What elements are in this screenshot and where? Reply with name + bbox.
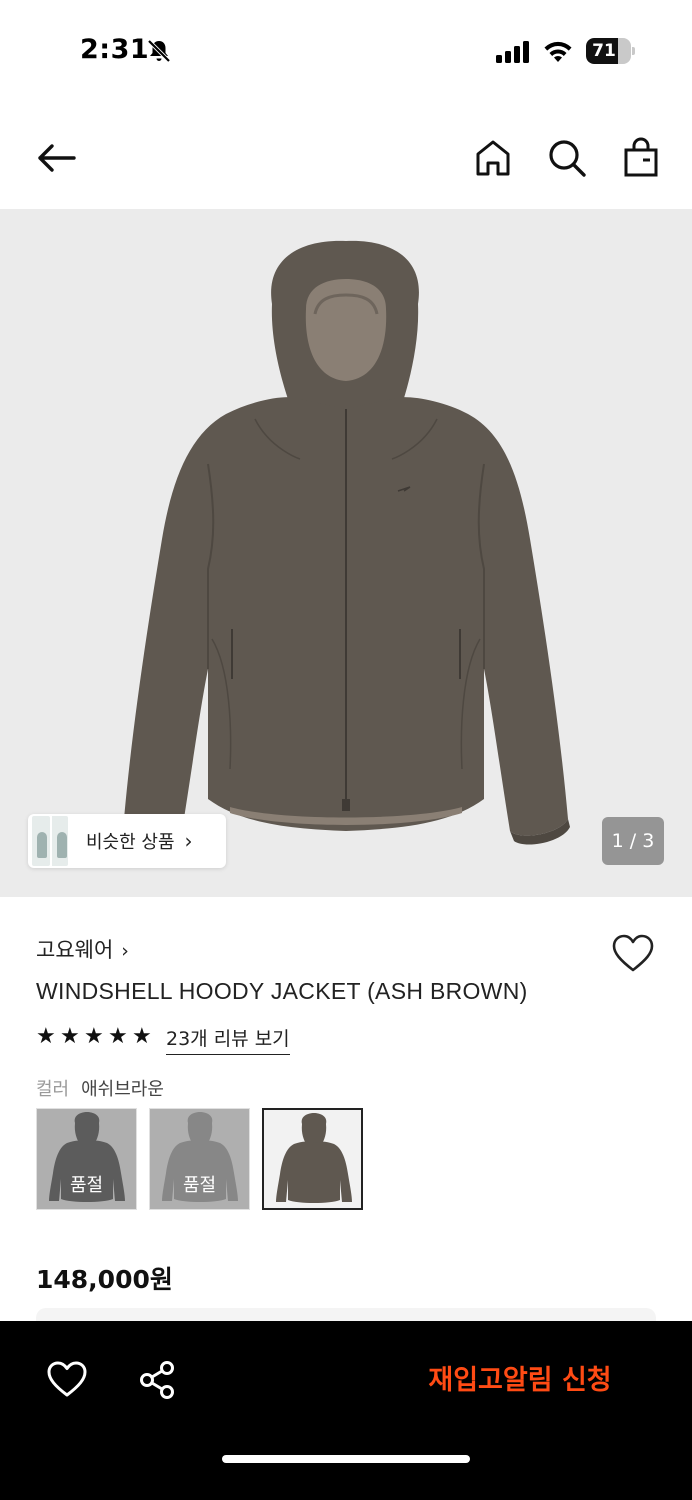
battery-level: 71 <box>592 41 616 61</box>
wifi-icon <box>544 41 572 62</box>
cellular-signal-icon <box>496 41 529 63</box>
color-label: 컬러 <box>36 1079 70 1100</box>
rating-stars: ★ ★ ★ ★ ★ <box>36 1026 154 1048</box>
star-icon: ★ <box>132 1024 152 1049</box>
sold-out-label: 품절 <box>69 1175 104 1196</box>
product-name: WINDSHELL HOODY JACKET (ASH BROWN) <box>36 978 528 1004</box>
star-icon: ★ <box>60 1024 80 1049</box>
status-bar: 2:31 71 <box>0 0 692 100</box>
home-indicator[interactable] <box>222 1455 470 1463</box>
color-swatch[interactable]: 품절 <box>149 1108 250 1210</box>
jacket-product-photo[interactable] <box>0 209 692 897</box>
reviews-link[interactable]: 23개 리뷰 보기 <box>166 1024 290 1055</box>
product-image-carousel[interactable]: 비슷한 상품 › 1 / 3 <box>0 209 692 897</box>
share-icon[interactable] <box>136 1359 178 1401</box>
color-value: 애쉬브라운 <box>81 1079 164 1100</box>
similar-products-button[interactable]: 비슷한 상품 › <box>28 814 226 868</box>
chevron-right-icon: › <box>184 829 193 853</box>
sold-out-label: 품절 <box>182 1175 217 1196</box>
chevron-right-icon: › <box>121 940 129 962</box>
color-swatch[interactable] <box>262 1108 363 1210</box>
top-nav <box>0 110 692 208</box>
color-swatch[interactable]: 품절 <box>36 1108 137 1210</box>
battery-indicator: 71 <box>586 38 636 64</box>
search-icon[interactable] <box>545 136 589 180</box>
status-time: 2:31 <box>80 34 150 65</box>
color-swatches: 품절 품절 <box>36 1108 363 1210</box>
brand-link[interactable]: 고요웨어 › <box>36 934 129 964</box>
star-icon: ★ <box>108 1024 128 1049</box>
color-option-row: 컬러 애쉬브라운 <box>36 1075 164 1101</box>
similar-products-label: 비슷한 상품 <box>86 832 175 853</box>
wishlist-heart-icon[interactable] <box>46 1359 88 1401</box>
restock-alert-button[interactable]: 재입고알림 신청 <box>400 1355 640 1407</box>
similar-products-thumbnails <box>30 814 74 868</box>
wishlist-heart-icon[interactable] <box>610 932 656 976</box>
bottom-action-bar: 재입고알림 신청 <box>0 1321 692 1500</box>
image-page-indicator: 1 / 3 <box>602 817 664 865</box>
product-price: 148,000원 <box>36 1265 173 1294</box>
shopping-bag-icon[interactable] <box>619 136 663 180</box>
back-arrow-icon[interactable] <box>34 136 78 180</box>
star-icon: ★ <box>84 1024 104 1049</box>
jacket-thumbnail <box>276 1113 352 1203</box>
star-icon: ★ <box>36 1024 56 1049</box>
home-icon[interactable] <box>471 136 515 180</box>
bell-off-icon <box>147 39 171 63</box>
brand-name: 고요웨어 <box>36 938 114 962</box>
